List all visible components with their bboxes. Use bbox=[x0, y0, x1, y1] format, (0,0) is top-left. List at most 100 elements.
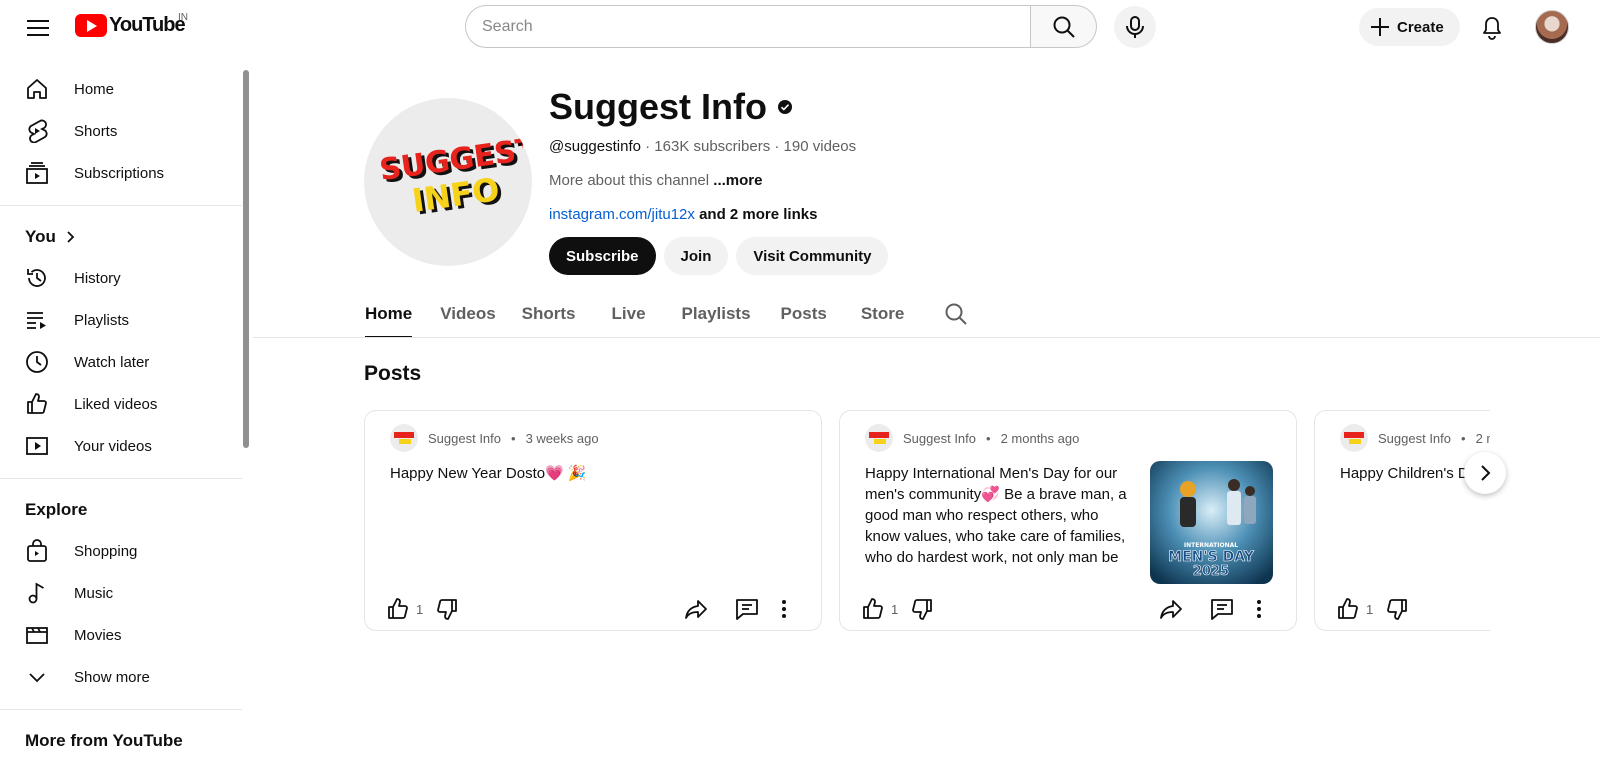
post-author-avatar[interactable] bbox=[865, 424, 893, 452]
sidebar-item-home[interactable]: Home bbox=[0, 68, 242, 110]
video-count: 190 videos bbox=[783, 138, 857, 155]
sidebar-item-label: Shopping bbox=[74, 542, 138, 560]
thumbs-up-icon bbox=[1338, 598, 1358, 619]
notifications-button[interactable] bbox=[1472, 8, 1512, 48]
channel-tabs: Home Videos Shorts Live Playlists Posts … bbox=[365, 292, 968, 338]
post-author[interactable]: Suggest Info bbox=[1378, 431, 1451, 446]
tab-store[interactable]: Store bbox=[861, 292, 904, 338]
search-input[interactable] bbox=[465, 5, 1031, 48]
sidebar-item-your-videos[interactable]: Your videos bbox=[0, 425, 242, 467]
sidebar-item-label: Shorts bbox=[74, 122, 118, 140]
dislike-button[interactable] bbox=[1385, 591, 1409, 627]
tab-videos[interactable]: Videos bbox=[440, 292, 495, 338]
scrollbar-thumb[interactable] bbox=[243, 70, 249, 448]
sidebar-item-label: History bbox=[74, 269, 121, 287]
post-image[interactable]: INTERNATIONAL MEN'S DAY 2025 bbox=[1150, 461, 1273, 584]
thumbs-up-icon bbox=[863, 598, 883, 619]
channel-description[interactable]: More about this channel ...more bbox=[549, 172, 762, 189]
post-text: Happy International Men's Day for our me… bbox=[865, 465, 1127, 566]
sidebar-item-watch-later[interactable]: Watch later bbox=[0, 341, 242, 383]
tab-live[interactable]: Live bbox=[612, 292, 646, 338]
comment-button[interactable] bbox=[1209, 591, 1235, 627]
comment-button[interactable] bbox=[734, 591, 760, 627]
tab-posts[interactable]: Posts bbox=[781, 292, 827, 338]
dislike-button[interactable] bbox=[435, 591, 459, 627]
tab-home[interactable]: Home bbox=[365, 292, 413, 338]
shelf-next-button[interactable] bbox=[1464, 452, 1506, 494]
thumbs-down-icon bbox=[912, 599, 932, 620]
explore-heading-label: Explore bbox=[25, 500, 88, 519]
sidebar-item-label: Home bbox=[74, 80, 115, 98]
music-icon bbox=[24, 580, 50, 606]
more-vert-icon bbox=[782, 600, 786, 618]
sidebar-item-shorts[interactable]: Shorts bbox=[0, 110, 242, 152]
post-author[interactable]: Suggest Info bbox=[428, 431, 501, 446]
search-button[interactable] bbox=[1031, 5, 1097, 48]
post-menu-button[interactable] bbox=[1254, 591, 1264, 627]
like-button[interactable]: 1 bbox=[1336, 591, 1373, 627]
instagram-link[interactable]: instagram.com/jitu12x bbox=[549, 206, 695, 223]
sidebar-item-show-more[interactable]: Show more bbox=[0, 656, 242, 698]
sidebar-scrollbar[interactable] bbox=[243, 60, 249, 750]
sidebar-more-heading: More from YouTube bbox=[0, 721, 242, 760]
create-button[interactable]: Create bbox=[1359, 8, 1460, 46]
voice-search-button[interactable] bbox=[1114, 6, 1156, 48]
tab-search[interactable] bbox=[944, 292, 968, 338]
sidebar-item-label: Watch later bbox=[74, 353, 150, 371]
like-count: 1 bbox=[891, 601, 899, 617]
share-button[interactable] bbox=[1158, 591, 1184, 627]
tab-playlists[interactable]: Playlists bbox=[682, 292, 751, 338]
like-button[interactable]: 1 bbox=[861, 591, 898, 627]
like-count: 1 bbox=[1366, 601, 1374, 617]
movies-icon bbox=[24, 622, 50, 648]
dislike-button[interactable] bbox=[910, 591, 934, 627]
post-menu-button[interactable] bbox=[779, 591, 789, 627]
description-more-link[interactable]: ...more bbox=[713, 172, 762, 189]
account-avatar[interactable] bbox=[1535, 10, 1569, 44]
home-icon bbox=[24, 76, 50, 102]
image-caption-2-text: MEN'S DAY bbox=[1168, 549, 1255, 565]
share-button[interactable] bbox=[683, 591, 709, 627]
sidebar-divider bbox=[0, 205, 242, 206]
sidebar-item-subscriptions[interactable]: Subscriptions bbox=[0, 152, 242, 194]
sidebar-item-movies[interactable]: Movies bbox=[0, 614, 242, 656]
post-time[interactable]: 2 mo bbox=[1476, 431, 1490, 446]
post-card[interactable]: Suggest Info • 3 weeks ago Happy New Year … bbox=[364, 410, 822, 631]
your-videos-icon bbox=[24, 433, 50, 459]
mens-day-image: INTERNATIONAL MEN'S DAY 2025 bbox=[1150, 461, 1273, 584]
share-icon bbox=[685, 600, 707, 619]
channel-avatar[interactable]: SUGGEST SUGGEST INFO INFO bbox=[364, 98, 532, 266]
join-button[interactable]: Join bbox=[663, 237, 729, 275]
visit-community-button[interactable]: Visit Community bbox=[736, 237, 889, 275]
description-text: More about this channel bbox=[549, 172, 714, 189]
like-button[interactable]: 1 bbox=[386, 591, 423, 627]
chevron-right-icon bbox=[67, 231, 75, 243]
post-author-avatar[interactable] bbox=[1340, 424, 1368, 452]
channel-logo-mini bbox=[869, 432, 889, 444]
sidebar-item-playlists[interactable]: Playlists bbox=[0, 299, 242, 341]
tab-shorts[interactable]: Shorts bbox=[522, 292, 576, 338]
sidebar-you-heading[interactable]: You bbox=[0, 217, 242, 257]
youtube-play-icon bbox=[75, 14, 107, 37]
channel-logo-mini bbox=[1344, 432, 1364, 444]
comment-icon bbox=[736, 599, 758, 620]
meta-separator: · bbox=[770, 138, 784, 155]
post-card[interactable]: Suggest Info • 2 months ago Happy Internat… bbox=[839, 410, 1297, 631]
sidebar-item-liked-videos[interactable]: Liked videos bbox=[0, 383, 242, 425]
channel-meta: @suggestinfo · 163K subscribers · 190 vi… bbox=[549, 138, 856, 155]
sidebar-item-label: Music bbox=[74, 584, 114, 602]
image-caption-1-text: INTERNATIONAL bbox=[1184, 542, 1238, 549]
post-card[interactable]: Suggest Info•2 mo Happy Children's Da 1 bbox=[1314, 410, 1490, 631]
post-time[interactable]: 3 weeks ago bbox=[526, 431, 599, 446]
more-links[interactable]: and 2 more links bbox=[695, 206, 817, 223]
youtube-logo[interactable]: YouTube bbox=[75, 14, 186, 37]
sidebar-item-music[interactable]: Music bbox=[0, 572, 242, 614]
post-time[interactable]: 2 months ago bbox=[1001, 431, 1080, 446]
guide-menu-button[interactable] bbox=[20, 12, 56, 44]
sidebar-item-history[interactable]: History bbox=[0, 257, 242, 299]
sidebar-item-shopping[interactable]: Shopping bbox=[0, 530, 242, 572]
post-author[interactable]: Suggest Info bbox=[903, 431, 976, 446]
subscribe-button[interactable]: Subscribe bbox=[549, 237, 656, 275]
post-author-avatar[interactable] bbox=[390, 424, 418, 452]
meta-separator: · bbox=[640, 138, 655, 155]
